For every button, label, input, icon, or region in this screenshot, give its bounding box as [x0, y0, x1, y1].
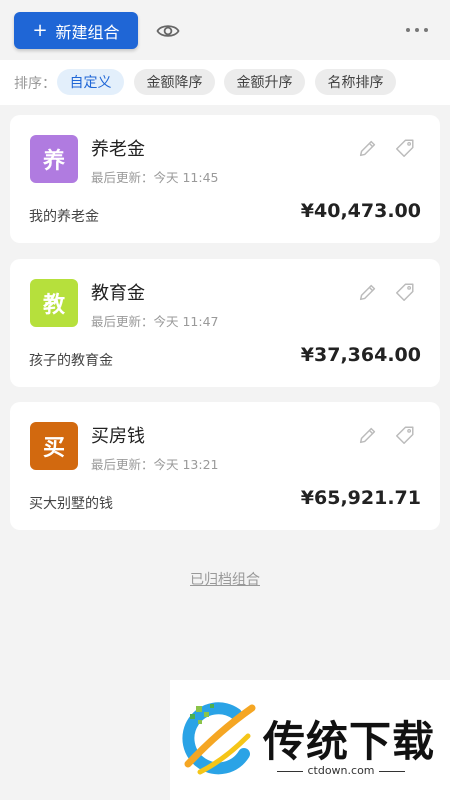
sort-chip-amount-asc[interactable]: 金额升序 — [224, 69, 305, 95]
tag-icon[interactable] — [394, 281, 416, 303]
avatar: 养 — [30, 135, 78, 183]
pencil-icon[interactable] — [357, 281, 379, 303]
watermark: 传统下载 ctdown.com — [170, 680, 450, 800]
portfolio-card[interactable]: 养 养老金 最后更新：今天 11:45 我的养老金 ¥40,473.00 — [10, 115, 440, 243]
new-portfolio-button[interactable]: + 新建组合 — [14, 12, 138, 49]
watermark-brand: 传统下载 — [263, 717, 436, 766]
pencil-icon[interactable] — [357, 424, 379, 446]
new-portfolio-label: 新建组合 — [55, 22, 120, 42]
portfolio-card[interactable]: 买 买房钱 最后更新：今天 13:21 买大别墅的钱 ¥65,921.71 — [10, 402, 440, 530]
tag-icon[interactable] — [394, 424, 416, 446]
portfolio-description: 孩子的教育金 — [29, 353, 113, 369]
plus-icon: + — [32, 20, 48, 41]
pencil-icon[interactable] — [357, 137, 379, 159]
sort-bar: 排序： 自定义 金额降序 金额升序 名称排序 — [0, 60, 450, 105]
portfolio-card[interactable]: 教 教育金 最后更新：今天 11:47 孩子的教育金 ¥37,364.00 — [10, 259, 440, 387]
last-updated: 最后更新：今天 11:45 — [91, 170, 219, 185]
sort-chip-custom[interactable]: 自定义 — [57, 69, 124, 95]
avatar: 教 — [30, 279, 78, 327]
portfolio-description: 我的养老金 — [29, 209, 99, 225]
portfolio-amount: ¥40,473.00 — [300, 200, 421, 222]
portfolio-description: 买大别墅的钱 — [29, 496, 113, 512]
avatar: 买 — [30, 422, 78, 470]
ctdown-logo-icon — [182, 702, 256, 775]
last-updated: 最后更新：今天 11:47 — [91, 314, 219, 329]
top-bar: + 新建组合 — [0, 0, 450, 60]
portfolio-title: 教育金 — [91, 283, 145, 304]
portfolio-title: 买房钱 — [91, 426, 145, 447]
eye-icon[interactable] — [156, 19, 180, 43]
portfolio-amount: ¥65,921.71 — [300, 487, 421, 509]
sort-chip-name[interactable]: 名称排序 — [315, 69, 396, 95]
tag-icon[interactable] — [394, 137, 416, 159]
portfolio-amount: ¥37,364.00 — [300, 344, 421, 366]
archived-portfolios-link[interactable]: 已归档组合 — [0, 569, 450, 589]
portfolio-title: 养老金 — [91, 139, 145, 160]
watermark-url: ctdown.com — [263, 764, 419, 777]
more-icon[interactable] — [405, 24, 429, 36]
last-updated: 最后更新：今天 13:21 — [91, 457, 219, 472]
sort-chip-amount-desc[interactable]: 金额降序 — [134, 69, 215, 95]
sort-label: 排序： — [14, 76, 56, 92]
